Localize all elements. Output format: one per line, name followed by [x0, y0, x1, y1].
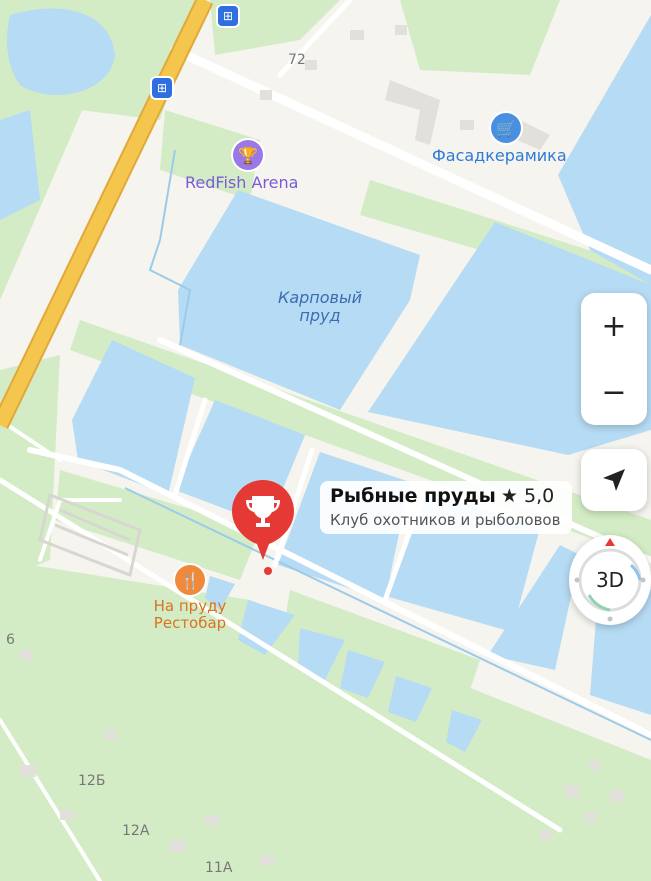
- map-canvas[interactable]: [0, 0, 651, 881]
- trophy-icon[interactable]: 🏆: [233, 140, 263, 170]
- house-number-72: 72: [288, 52, 306, 68]
- selected-place-card[interactable]: Рыбные пруды ★ 5,0 Клуб охотников и рыбо…: [320, 481, 573, 534]
- poi-label-restobar[interactable]: На пруду Рестобар: [142, 597, 238, 633]
- poi-label-redfish-arena[interactable]: RedFish Arena: [185, 173, 298, 192]
- place-rating: ★ 5,0: [500, 485, 555, 507]
- house-number-11a: 11А: [205, 860, 233, 876]
- selected-place-pin[interactable]: [230, 478, 296, 562]
- compass-3d-control[interactable]: 3D: [569, 535, 651, 625]
- my-location-button[interactable]: [581, 449, 647, 511]
- view-3d-label: 3D: [595, 568, 625, 592]
- zoom-controls: + −: [581, 293, 647, 425]
- house-number-12a: 12А: [122, 823, 150, 839]
- bus-stop-icon[interactable]: ⊞: [152, 78, 172, 98]
- navigation-arrow-icon: [603, 469, 625, 491]
- fork-knife-icon[interactable]: 🍴: [175, 565, 205, 595]
- bus-stop-icon[interactable]: ⊞: [218, 6, 238, 26]
- zoom-out-button[interactable]: −: [581, 359, 647, 425]
- shopping-cart-icon[interactable]: 🛒: [491, 113, 521, 143]
- place-name: Рыбные пруды: [330, 485, 496, 507]
- selected-location-dot: [264, 567, 272, 575]
- water-label-karpovy-prud: Карповый пруд: [277, 288, 363, 326]
- house-number-6: 6: [6, 632, 15, 648]
- place-category: Клуб охотников и рыболовов: [330, 511, 561, 529]
- house-number-12b: 12Б: [78, 773, 106, 789]
- zoom-in-button[interactable]: +: [581, 293, 647, 359]
- poi-label-fasadkeramika[interactable]: Фасадкерамика: [432, 146, 567, 165]
